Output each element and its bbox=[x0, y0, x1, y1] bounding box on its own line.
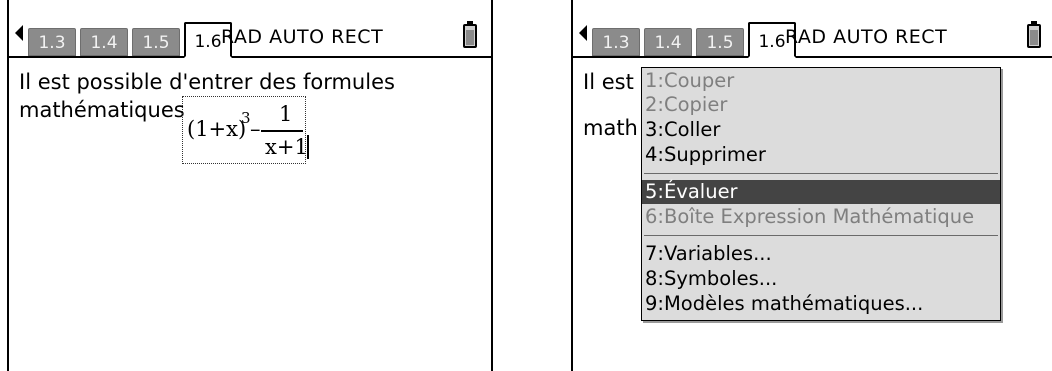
menu-item-variables[interactable]: 7:Variables... bbox=[642, 242, 1000, 266]
tab-1-3[interactable]: 1.3 bbox=[28, 28, 76, 56]
menu-item-modeles[interactable]: 9:Modèles mathématiques... bbox=[642, 292, 1000, 316]
screen-left: 1.3 1.4 1.5 1.6 RAD AUTO RECT Il est pos… bbox=[7, 0, 493, 371]
text-line-1: Il est possible d'entrer des formules bbox=[19, 70, 395, 94]
page-tabs: 1.3 1.4 1.5 1.6 bbox=[28, 20, 236, 58]
tab-1-4[interactable]: 1.4 bbox=[80, 28, 128, 56]
tab-bar: 1.3 1.4 1.5 1.6 RAD AUTO RECT bbox=[573, 0, 1052, 58]
menu-separator bbox=[644, 173, 998, 174]
battery-icon bbox=[1027, 21, 1041, 48]
page-tabs: 1.3 1.4 1.5 1.6 bbox=[592, 20, 800, 58]
document-settings-status: RAD AUTO RECT bbox=[221, 26, 384, 48]
tab-1-3[interactable]: 1.3 bbox=[592, 28, 640, 56]
tab-1-5[interactable]: 1.5 bbox=[696, 28, 744, 56]
battery-icon bbox=[463, 21, 477, 48]
menu-item-supprimer[interactable]: 4:Supprimer bbox=[642, 143, 1000, 167]
menu-item-boite-expression[interactable]: 6:Boîte Expression Mathématique bbox=[642, 205, 1000, 229]
menu-separator bbox=[644, 235, 998, 236]
menu-item-coller[interactable]: 3:Coller bbox=[642, 118, 1000, 142]
math-minus: – bbox=[250, 117, 261, 141]
text-line-2-clipped: math bbox=[583, 116, 638, 140]
text-line-1-clipped: Il est bbox=[583, 70, 634, 94]
scroll-left-arrow-icon[interactable] bbox=[579, 25, 587, 41]
menu-item-copier[interactable]: 2:Copier bbox=[642, 93, 1000, 117]
screen-right: 1.3 1.4 1.5 1.6 RAD AUTO RECT Il est mat… bbox=[571, 0, 1052, 371]
scroll-left-arrow-icon[interactable] bbox=[15, 25, 23, 41]
fraction-numerator: 1 bbox=[279, 102, 293, 126]
math-base: (1+x) bbox=[187, 117, 247, 141]
menu-item-couper[interactable]: 1:Couper bbox=[642, 69, 1000, 93]
text-cursor bbox=[307, 135, 309, 159]
fraction-bar bbox=[261, 130, 303, 132]
tab-1-4[interactable]: 1.4 bbox=[644, 28, 692, 56]
context-menu: 1:Couper 2:Copier 3:Coller 4:Supprimer 5… bbox=[641, 67, 1001, 321]
tab-bar: 1.3 1.4 1.5 1.6 RAD AUTO RECT bbox=[9, 0, 491, 58]
math-expression-box[interactable]: (1+x) 3 – 1 x+1 bbox=[182, 96, 309, 164]
fraction-denominator: x+1 bbox=[265, 135, 308, 159]
menu-item-evaluer[interactable]: 5:Évaluer bbox=[642, 180, 1000, 204]
document-settings-status: RAD AUTO RECT bbox=[785, 26, 948, 48]
menu-item-symboles[interactable]: 8:Symboles... bbox=[642, 267, 1000, 291]
text-line-2: mathématiques bbox=[19, 98, 185, 122]
tab-1-5[interactable]: 1.5 bbox=[132, 28, 180, 56]
